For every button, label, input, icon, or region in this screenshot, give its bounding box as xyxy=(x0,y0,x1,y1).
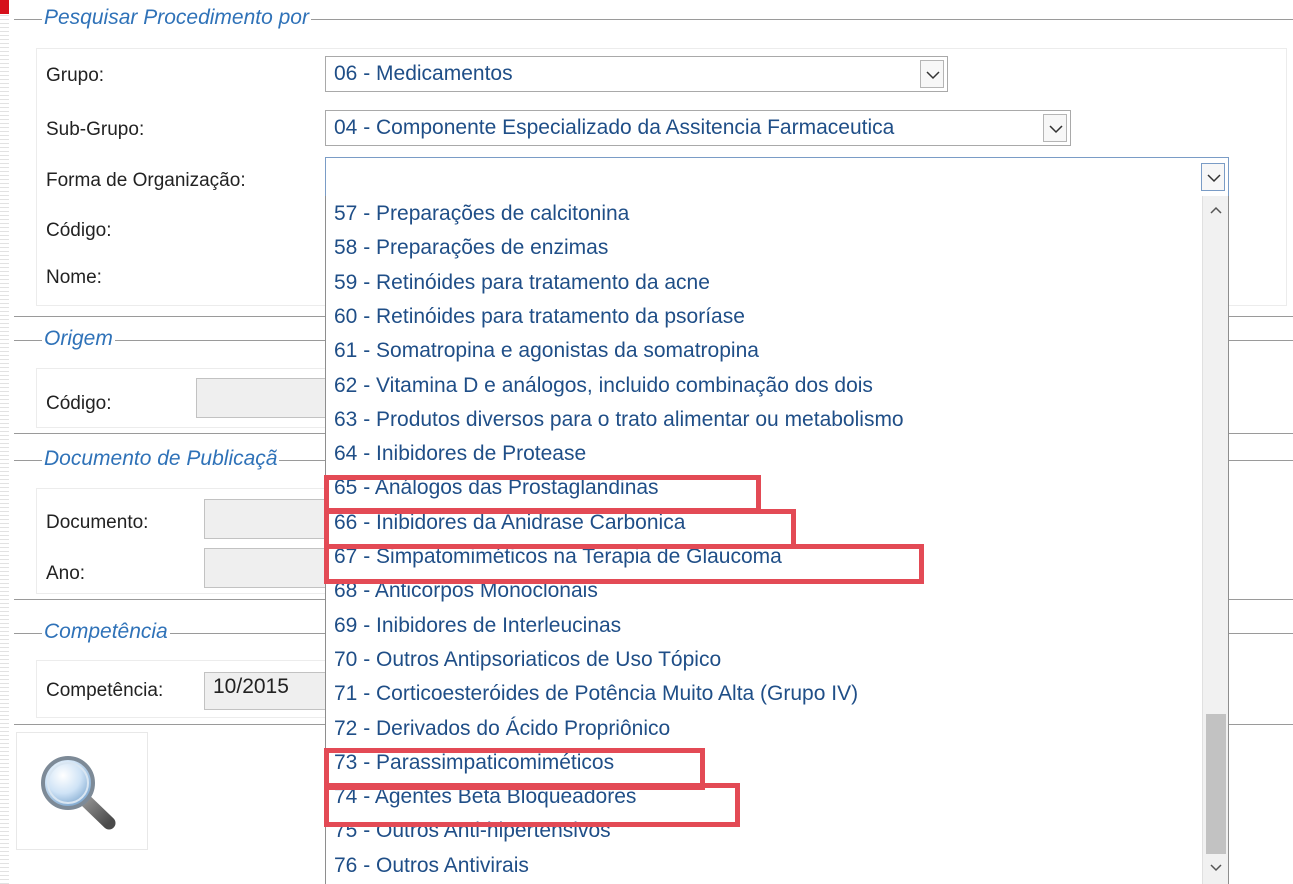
grupo-select-arrow[interactable] xyxy=(920,60,944,88)
dropdown-option[interactable]: 62 - Vitamina D e análogos, incluido com… xyxy=(334,369,873,403)
highlight-box xyxy=(324,509,796,549)
chevron-down-icon[interactable] xyxy=(1203,858,1228,880)
subgrupo-select-value: 04 - Componente Especializado da Assiten… xyxy=(334,116,895,139)
dropdown-option[interactable]: 58 - Preparações de enzimas xyxy=(334,231,608,265)
competencia-input[interactable]: 10/2015 xyxy=(204,672,336,710)
subgrupo-label: Sub-Grupo: xyxy=(46,119,145,140)
corner-mark xyxy=(0,0,9,14)
ano-input[interactable] xyxy=(204,548,336,588)
grupo-select[interactable]: 06 - Medicamentos xyxy=(325,56,948,92)
scrollbar-thumb[interactable] xyxy=(1206,714,1226,854)
dropdown-option[interactable]: 57 - Preparações de calcitonina xyxy=(334,197,629,231)
dropdown-option[interactable]: 76 - Outros Antivirais xyxy=(334,849,529,883)
forma-select-arrow[interactable] xyxy=(1201,163,1225,191)
ano-label: Ano: xyxy=(46,563,86,584)
dropdown-option[interactable]: 64 - Inibidores de Protease xyxy=(334,437,586,471)
origem-codigo-input[interactable] xyxy=(196,378,336,418)
dropdown-option[interactable]: 63 - Produtos diversos para o trato alim… xyxy=(334,403,904,437)
competencia-legend: Competência xyxy=(42,620,170,644)
magnifier-icon xyxy=(41,756,116,830)
dropdown-option[interactable]: 71 - Corticoesteróides de Potência Muito… xyxy=(334,677,858,711)
dropdown-option[interactable]: 60 - Retinóides para tratamento da psorí… xyxy=(334,300,745,334)
white-blot xyxy=(984,804,998,816)
documento-label: Documento: xyxy=(46,512,149,533)
dropdown-scrollbar[interactable] xyxy=(1202,196,1228,884)
highlight-box xyxy=(324,783,740,827)
grupo-select-value: 06 - Medicamentos xyxy=(334,62,513,85)
grupo-label: Grupo: xyxy=(46,65,105,86)
dropdown-option[interactable]: 70 - Outros Antipsoriaticos de Uso Tópic… xyxy=(334,643,721,677)
subgrupo-select-arrow[interactable] xyxy=(1043,114,1067,142)
forma-label: Forma de Organização: xyxy=(46,170,246,191)
highlight-box xyxy=(324,475,761,513)
documento-legend: Documento de Publicaçã xyxy=(42,447,280,471)
nome-label: Nome: xyxy=(46,267,102,288)
left-edge-strip xyxy=(0,0,9,884)
dropdown-option[interactable]: 61 - Somatropina e agonistas da somatrop… xyxy=(334,334,759,368)
subgrupo-select[interactable]: 04 - Componente Especializado da Assiten… xyxy=(325,110,1071,146)
search-button[interactable] xyxy=(16,732,148,850)
dropdown-option[interactable]: 72 - Derivados do Ácido Propriônico xyxy=(334,712,670,746)
origem-legend: Origem xyxy=(42,327,115,351)
chevron-down-icon xyxy=(1049,125,1063,134)
highlight-box xyxy=(324,544,924,584)
pesquisar-legend: Pesquisar Procedimento por xyxy=(42,6,311,30)
chevron-down-icon xyxy=(1207,174,1221,183)
chevron-up-icon[interactable] xyxy=(1203,200,1228,222)
chevron-down-icon xyxy=(926,71,940,80)
white-blot xyxy=(881,744,897,802)
origem-codigo-label: Código: xyxy=(46,393,112,414)
codigo-label: Código: xyxy=(46,220,112,241)
documento-input[interactable] xyxy=(204,499,336,539)
dropdown-option[interactable]: 69 - Inibidores de Interleucinas xyxy=(334,609,621,643)
competencia-label: Competência: xyxy=(46,680,164,701)
white-blot xyxy=(904,758,938,828)
forma-select[interactable] xyxy=(325,157,1229,197)
dropdown-option[interactable]: 59 - Retinóides para tratamento da acne xyxy=(334,266,710,300)
